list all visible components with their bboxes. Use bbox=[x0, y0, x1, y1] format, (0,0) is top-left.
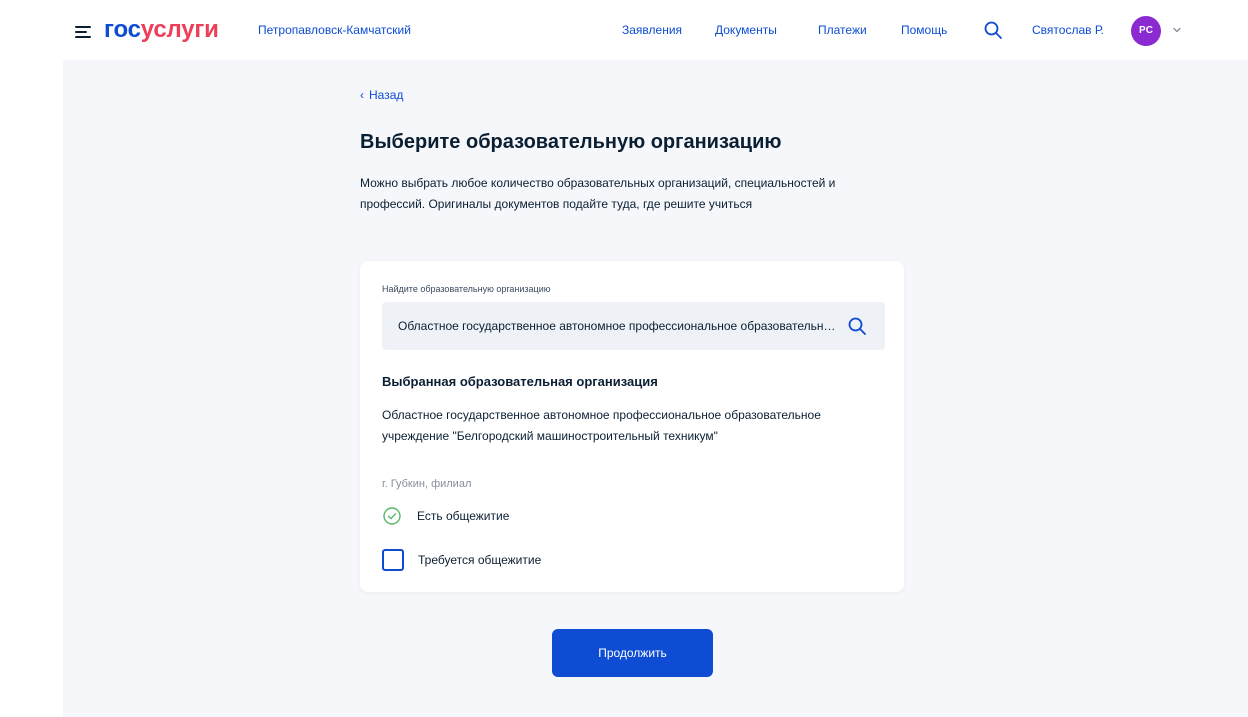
selected-organization-heading: Выбранная образовательная организация bbox=[382, 374, 658, 389]
page-title: Выберите образовательную организацию bbox=[360, 131, 782, 153]
search-icon[interactable] bbox=[847, 316, 867, 336]
back-link-label: Назад bbox=[369, 88, 404, 102]
check-circle-icon bbox=[383, 507, 401, 525]
page-description: Можно выбрать любое количество образоват… bbox=[360, 176, 836, 211]
selected-organization-location: г. Губкин, филиал bbox=[382, 478, 472, 490]
back-link[interactable]: ‹ Назад bbox=[360, 86, 403, 104]
search-input-value: Областное государственное автономное про… bbox=[398, 319, 838, 333]
organization-search-input[interactable]: Областное государственное автономное про… bbox=[382, 302, 885, 350]
user-name[interactable]: Святослав Р. bbox=[1032, 21, 1104, 39]
dormitory-available-row: Есть общежитие bbox=[382, 506, 509, 526]
requires-dormitory-label[interactable]: Требуется общежитие bbox=[418, 551, 541, 569]
hamburger-menu-icon[interactable] bbox=[75, 26, 91, 38]
chevron-down-icon[interactable] bbox=[1172, 25, 1182, 35]
nav-help[interactable]: Помощь bbox=[901, 21, 947, 39]
nav-documents[interactable]: Документы bbox=[715, 21, 777, 39]
requires-dormitory-checkbox[interactable] bbox=[382, 549, 404, 571]
continue-button[interactable]: Продолжить bbox=[552, 629, 713, 677]
avatar[interactable]: PC bbox=[1131, 16, 1161, 46]
selected-organization-name: Областное государственное автономное про… bbox=[382, 408, 821, 443]
dormitory-available-label: Есть общежитие bbox=[417, 509, 510, 523]
gosuslugi-logo[interactable]: госуслуги bbox=[104, 15, 219, 45]
requires-dormitory-checkbox-row[interactable]: Требуется общежитие bbox=[382, 549, 541, 571]
top-header: госуслуги Петропавловск-Камчатский Заявл… bbox=[0, 0, 1248, 60]
nav-applications[interactable]: Заявления bbox=[622, 21, 682, 39]
search-field-label: Найдите образовательную организацию bbox=[382, 284, 551, 294]
chevron-left-icon: ‹ bbox=[360, 88, 364, 102]
nav-payments[interactable]: Платежи bbox=[818, 21, 867, 39]
city-selector[interactable]: Петропавловск-Камчатский bbox=[258, 21, 411, 39]
search-icon[interactable] bbox=[983, 20, 1003, 40]
